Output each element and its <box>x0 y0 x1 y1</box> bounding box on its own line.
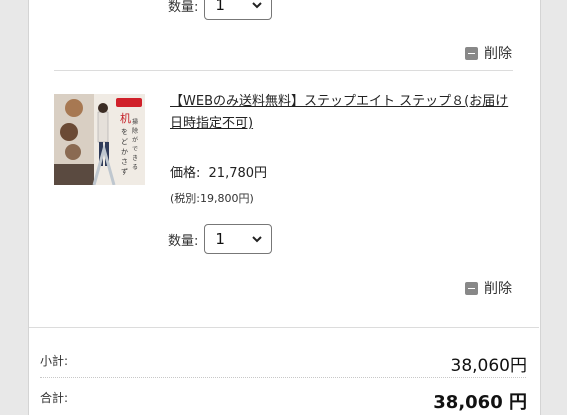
delete-label: 削除 <box>484 46 512 62</box>
tax-excluded-price: (税別:19,800円) <box>170 192 254 205</box>
quantity-select[interactable]: 1 <box>204 0 273 20</box>
quantity-value: 1 <box>215 230 225 248</box>
subtotal-value: 38,060円 <box>450 356 527 376</box>
price-label: 価格: <box>170 166 201 181</box>
quantity-label: 数量: <box>168 233 199 249</box>
total-value: 38,060 円 <box>433 392 527 413</box>
svg-text:掃: 掃 <box>132 118 138 126</box>
svg-text:除: 除 <box>132 127 138 135</box>
summary-divider <box>29 327 539 328</box>
svg-text:で: で <box>132 146 138 153</box>
product-name-link[interactable]: 【WEBのみ送料無料】ステップエイト ステップ８(お届け日時指定不可) <box>170 91 520 135</box>
quantity-select[interactable]: 1 <box>204 224 273 254</box>
quantity-row: 数量: 1 <box>168 0 273 20</box>
quantity-row: 数量: 1 <box>168 224 273 254</box>
minus-icon <box>465 281 478 295</box>
delete-label: 削除 <box>484 281 512 297</box>
price: 価格: 21,780円 <box>170 162 267 181</box>
delete-button[interactable]: 削除 <box>465 43 512 63</box>
svg-text:ど: ど <box>121 138 128 146</box>
product-photo: 机 を ど か さ ず 掃 除 が で き る <box>54 94 145 185</box>
svg-text:を: を <box>121 128 128 136</box>
svg-text:き: き <box>132 155 138 162</box>
svg-text:か: か <box>121 148 128 156</box>
svg-text:ず: ず <box>121 167 128 176</box>
svg-text:る: る <box>132 164 138 171</box>
delete-button[interactable]: 削除 <box>465 278 512 298</box>
catch-copy-line-1: 机 <box>120 111 131 125</box>
quantity-label: 数量: <box>168 0 199 15</box>
svg-text:さ: さ <box>121 158 128 166</box>
quantity-value: 1 <box>215 0 225 14</box>
chevron-down-icon <box>252 236 263 243</box>
minus-icon <box>465 46 478 60</box>
price-value: 21,780円 <box>208 166 268 181</box>
summary-separator <box>40 377 526 378</box>
total-label: 合計: <box>40 391 69 405</box>
subtotal-label: 小計: <box>40 354 69 368</box>
product-image[interactable]: 机 を ど か さ ず 掃 除 が で き る <box>54 94 145 185</box>
item-divider <box>54 70 513 71</box>
chevron-down-icon <box>252 2 263 9</box>
svg-text:が: が <box>132 136 138 144</box>
brand-logo <box>116 98 142 107</box>
